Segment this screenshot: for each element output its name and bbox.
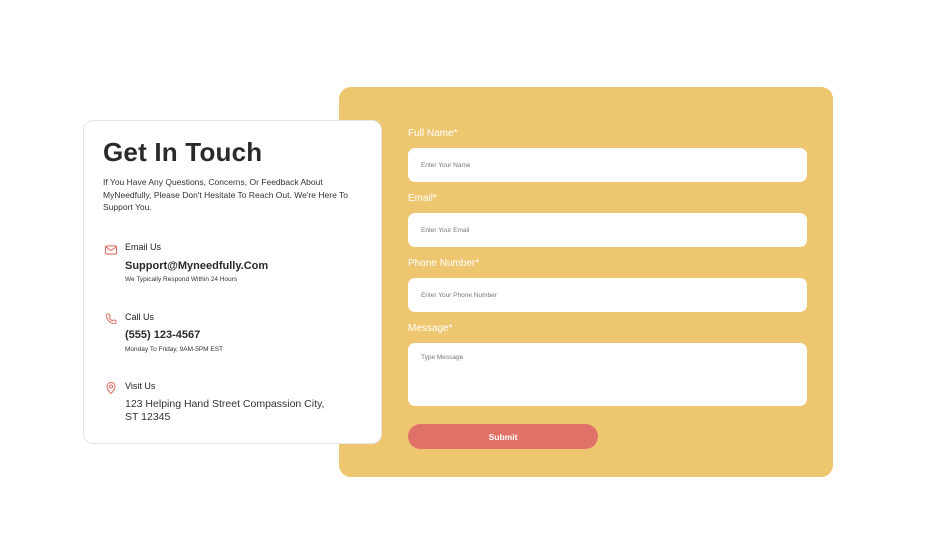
message-textarea[interactable] [408,343,807,406]
location-pin-icon [106,381,116,395]
phone-number-input[interactable] [408,278,807,312]
message-label: Message* [408,323,453,334]
phone-number-link[interactable]: (555) 123-4567 [125,329,200,341]
contact-form-panel: Full Name* Email* Phone Number* Message*… [339,87,833,477]
phone-number-label: Phone Number* [408,258,480,269]
email-us-label: Email Us [125,242,162,252]
submit-button[interactable]: Submit [408,424,598,449]
full-name-input[interactable] [408,148,807,182]
call-hours-note: Monday To Friday, 9AM-5PM EST [125,346,224,353]
support-email-link[interactable]: Support@Myneedfully.Com [125,260,268,272]
email-label: Email* [408,193,437,204]
page-title: Get In Touch [103,137,263,167]
phone-icon [105,313,117,325]
mail-icon [104,245,118,255]
call-us-label: Call Us [125,312,155,322]
visit-us-label: Visit Us [125,381,156,391]
address-text: 123 Helping Hand Street Compassion City,… [125,398,325,423]
intro-text: If You Have Any Questions, Concerns, Or … [103,177,348,212]
email-input[interactable] [408,213,807,247]
full-name-label: Full Name* [408,128,458,139]
contact-info-card: Get In Touch If You Have Any Questions, … [83,120,382,444]
email-response-note: We Typically Respond Within 24 Hours [125,276,238,283]
